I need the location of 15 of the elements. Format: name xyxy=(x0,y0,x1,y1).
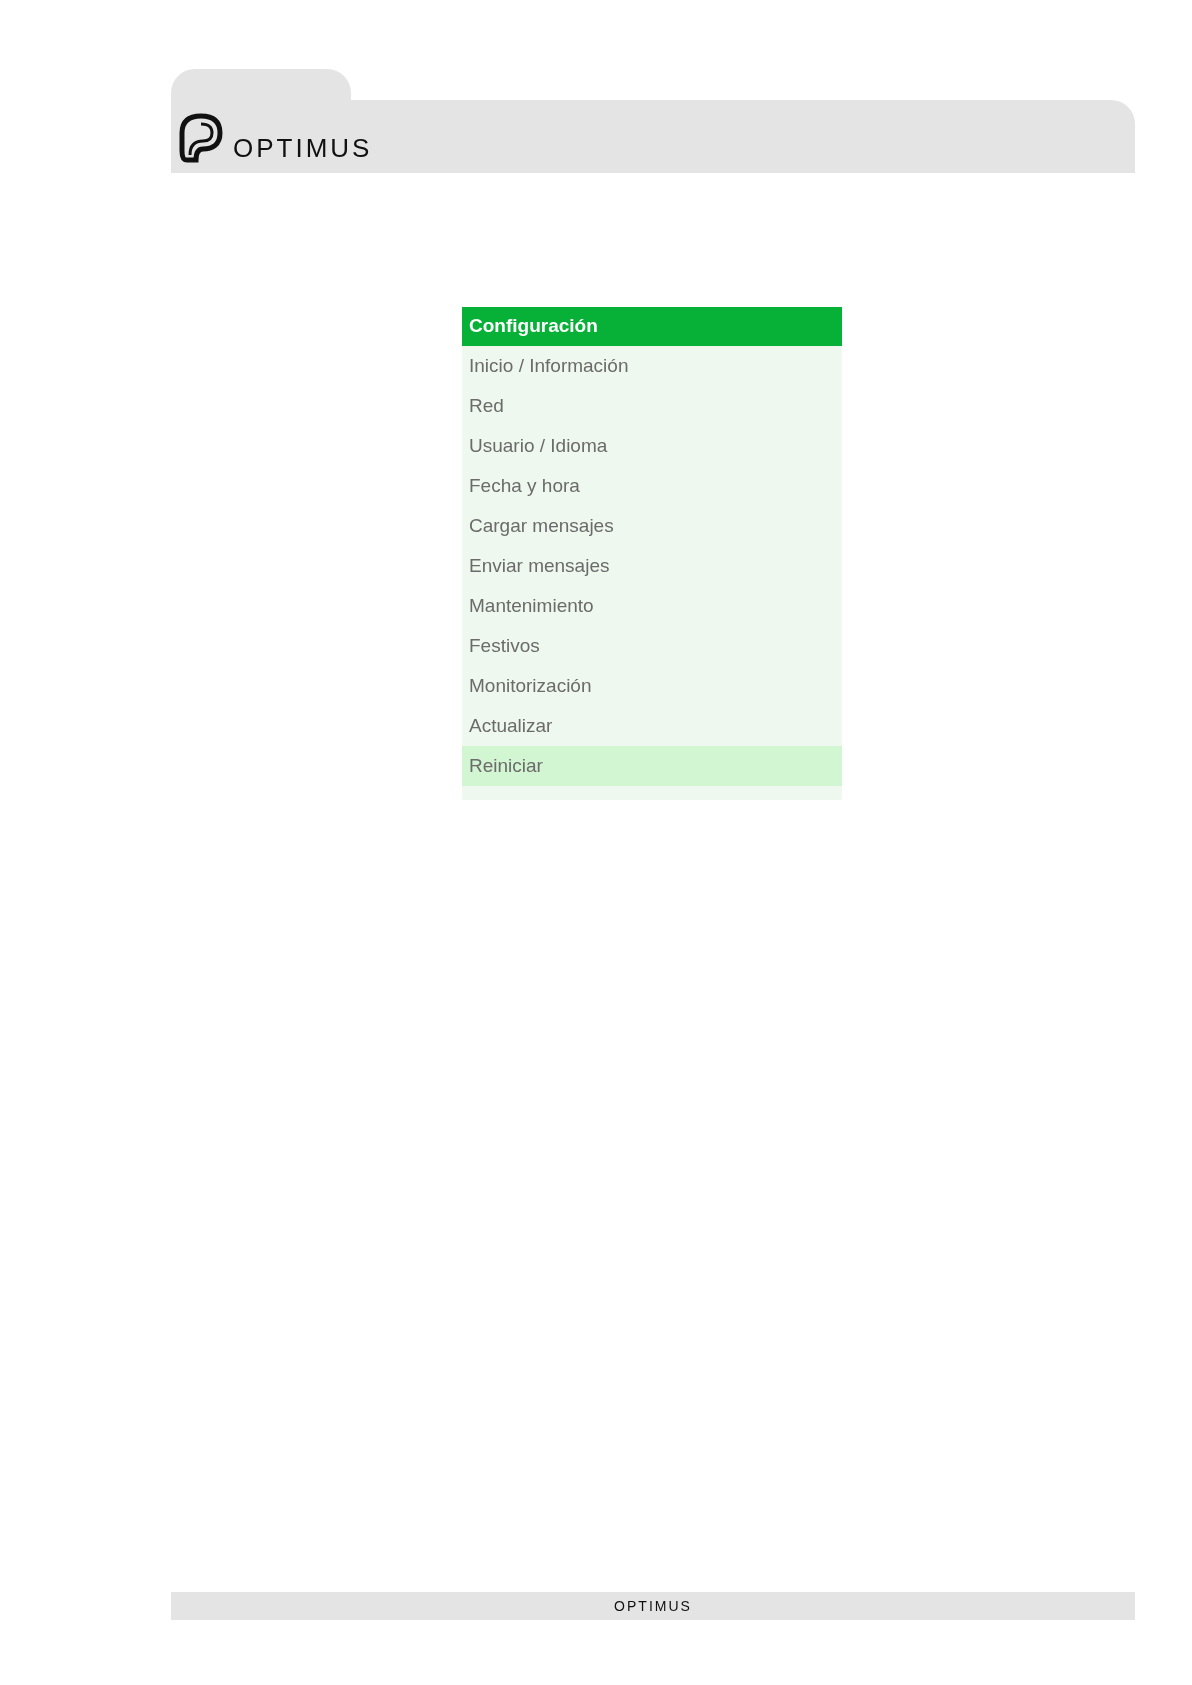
menu-item[interactable]: Festivos xyxy=(462,626,842,666)
menu-item[interactable]: Fecha y hora xyxy=(462,466,842,506)
footer-brand: OPTIMUS xyxy=(614,1596,692,1616)
menu-item[interactable]: Red xyxy=(462,386,842,426)
menu-item[interactable]: Actualizar xyxy=(462,706,842,746)
menu-item[interactable]: Reiniciar xyxy=(462,746,842,786)
menu-item[interactable]: Mantenimiento xyxy=(462,586,842,626)
menu-item[interactable]: Usuario / Idioma xyxy=(462,426,842,466)
logo-icon xyxy=(179,113,223,163)
menu-item[interactable]: Cargar mensajes xyxy=(462,506,842,546)
brand-name: OPTIMUS xyxy=(233,135,373,161)
menu-item[interactable]: Monitorización xyxy=(462,666,842,706)
menu-title: Configuración xyxy=(462,307,842,346)
menu-item[interactable]: Enviar mensajes xyxy=(462,546,842,586)
menu-item[interactable]: Inicio / Información xyxy=(462,346,842,386)
